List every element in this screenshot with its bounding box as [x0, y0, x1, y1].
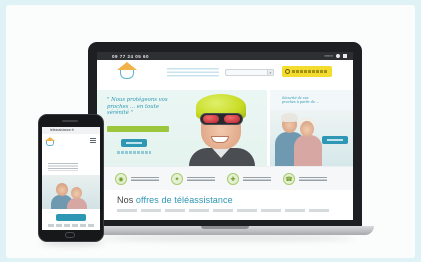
phone-headline [48, 149, 88, 161]
offers-placeholder [117, 209, 333, 212]
goggles-image [200, 113, 243, 125]
header-cta-button[interactable] [282, 66, 332, 77]
hero-side-panel: Sécurité de vos proches à partir de ... [270, 90, 353, 166]
feature-icon: ◉ [115, 173, 127, 185]
person-hair [281, 113, 298, 122]
feature-icon: ✚ [227, 173, 239, 185]
phone-cta-button[interactable] [56, 214, 86, 221]
feature-label [299, 176, 327, 182]
phone-screen: téléassistance.fr [42, 127, 100, 230]
header-tagline [167, 68, 219, 77]
laptop-screen: 09 77 24 05 60 ▪▪▪▪▪▪▪ ⌕ " Nous protégeo… [97, 52, 353, 220]
hamburger-menu-icon[interactable] [90, 138, 96, 143]
phone-body-text [48, 163, 78, 171]
site-header: ⌕ [97, 60, 353, 93]
person-body [67, 198, 87, 209]
laptop-notch [201, 226, 249, 229]
laptop-shadow [98, 235, 354, 241]
search-icon[interactable]: ⌕ [267, 69, 274, 76]
section-title-main: offres de téléassistance [135, 195, 233, 205]
hero-note [117, 151, 151, 154]
phone-url-bar[interactable]: téléassistance.fr [42, 127, 100, 134]
hero-cta-button[interactable] [121, 139, 147, 147]
feature-icon: ☎ [283, 173, 295, 185]
feature-label [243, 176, 271, 182]
phone-icon [285, 69, 290, 74]
account-icon[interactable] [336, 54, 340, 58]
feature-item[interactable]: ✚ [227, 172, 271, 186]
cta-label [292, 70, 328, 73]
feature-icon: ✦ [171, 173, 183, 185]
section-title: Nos offres de téléassistance [117, 195, 233, 205]
side-panel-headline: Sécurité de vos proches à partir de ... [282, 96, 320, 105]
hero-headline: " Nous protégeons vos proches ... en tou… [107, 97, 168, 116]
phone-home-button[interactable] [65, 232, 75, 238]
phone-logo-icon[interactable] [46, 141, 54, 146]
hero-section: " Nous protégeons vos proches ... en tou… [97, 90, 353, 166]
topbar-links: ▪▪▪▪▪▪▪ [324, 54, 333, 58]
side-panel-cta-button[interactable] [322, 136, 348, 144]
section-title-prefix: Nos [117, 195, 134, 205]
feature-label [187, 176, 215, 182]
features-bar: ◉ ✦ ✚ ☎ [97, 166, 353, 190]
social-icon[interactable] [343, 54, 347, 58]
site-topbar: 09 77 24 05 60 ▪▪▪▪▪▪▪ [97, 52, 353, 60]
topbar-phone-number[interactable]: 09 77 24 05 60 [112, 54, 149, 59]
feature-item[interactable]: ☎ [283, 172, 327, 186]
search-input[interactable] [225, 69, 273, 76]
hero-price-banner [107, 126, 169, 132]
phone-footer-lines [48, 224, 94, 227]
logo-roof-icon[interactable] [117, 62, 137, 70]
person-face [300, 121, 314, 137]
person-face [56, 183, 68, 196]
person-body [294, 135, 322, 166]
logo-icon[interactable] [120, 70, 134, 79]
feature-item[interactable]: ✦ [171, 172, 215, 186]
feature-item[interactable]: ◉ [115, 172, 159, 186]
person-face [71, 187, 82, 199]
phone-speaker [62, 120, 78, 122]
feature-label [131, 176, 159, 182]
